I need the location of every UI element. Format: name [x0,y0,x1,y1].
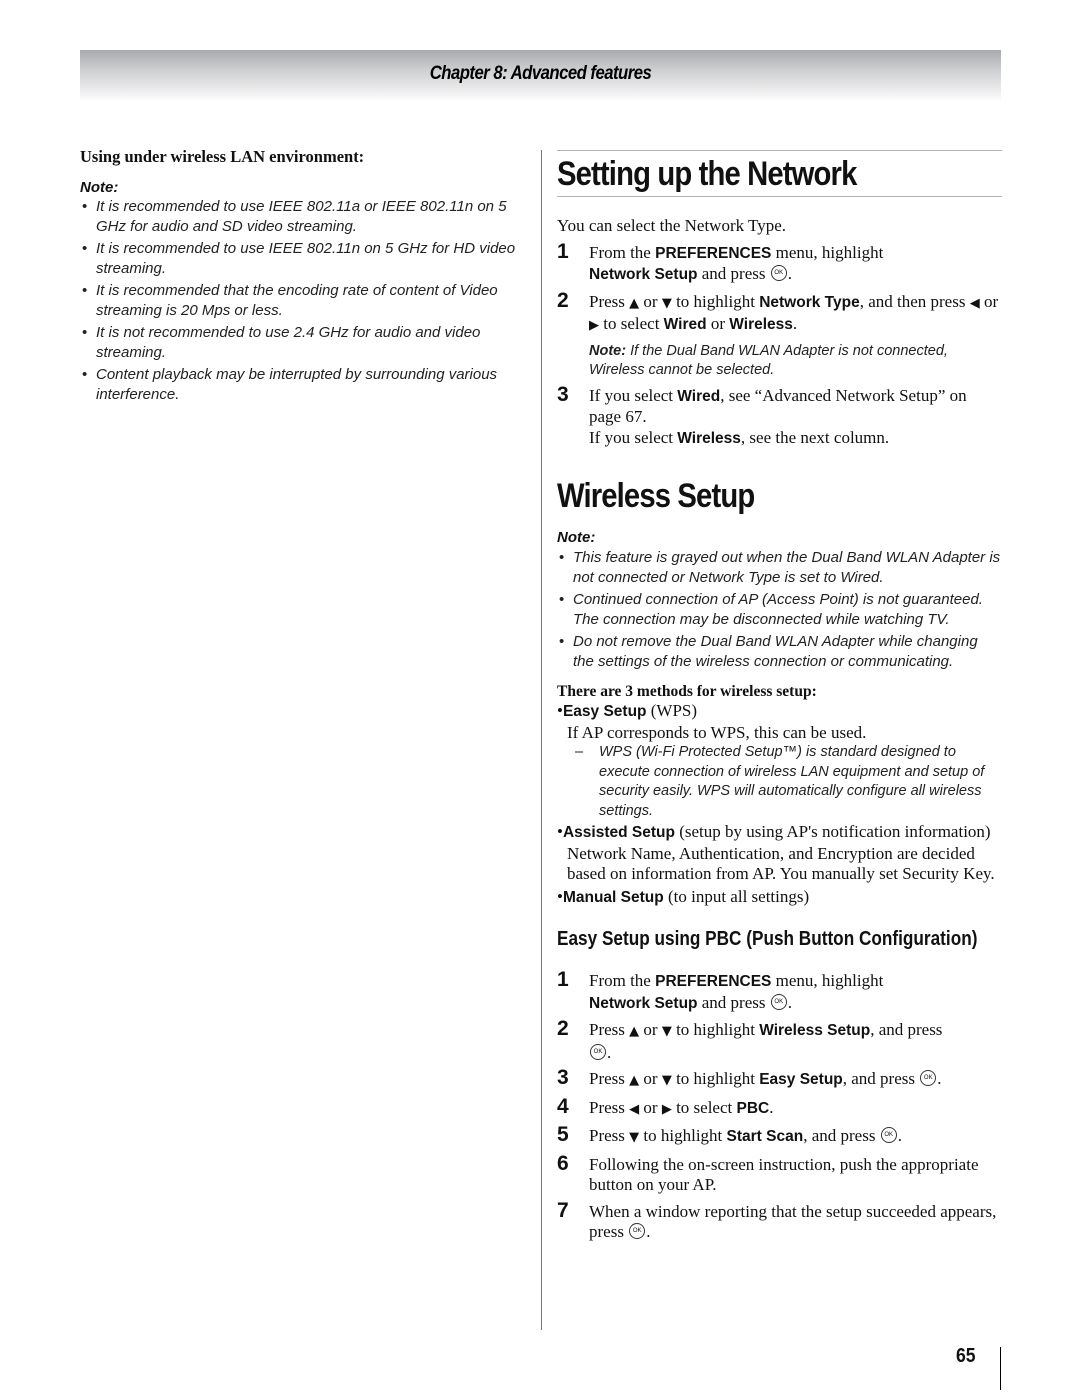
page-number: 65 [956,1345,976,1367]
step-number: 5 [557,1123,569,1146]
method-item: •Easy Setup (WPS) If AP corresponds to W… [557,701,1002,821]
step-item: 1 From the PREFERENCES menu, highlight N… [557,239,884,283]
bullet-icon: • [82,240,88,257]
pbc-section-title: Easy Setup using PBC (Push Button Config… [557,928,978,950]
step-item: 4 Press ◀ or ▶ to select PBC. [557,1094,774,1118]
list-item: • It is recommended that the encoding rat… [82,282,498,319]
down-arrow-icon: ▼ [661,1073,672,1088]
step-item: 2 Press ▲ or ▼ to highlight Wireless Set… [557,1017,943,1062]
list-item: • Content playback may be interrupted by … [82,366,498,403]
network-intro: You can select the Network Type. [557,216,787,235]
inline-note-label: Note: [589,342,627,359]
method-name: Manual Setup [562,888,664,906]
ok-button-icon: OK [770,265,787,282]
dash-icon: – [575,744,584,760]
method-name: Assisted Setup [562,824,675,841]
left-column: Using under wireless LAN environment: No… [80,145,525,407]
note-label: Note: [557,529,596,546]
list-item: • Do not remove the Dual Band WLAN Adapte… [559,633,978,670]
methods-list: •Easy Setup (WPS) If AP corresponds to W… [557,701,1002,908]
step-item: 7 When a window reporting that the setup… [557,1198,997,1241]
methods-heading: There are 3 methods for wireless setup: [557,683,817,700]
step-number: 6 [557,1151,569,1175]
method-item: •Manual Setup (to input all settings) [557,886,810,906]
menu-name: PREFERENCES [655,244,772,262]
bullet-icon: • [82,198,88,215]
ok-button-icon: OK [880,1127,897,1144]
step-number: 4 [557,1094,569,1118]
right-arrow-icon: ▶ [589,318,599,333]
network-steps: 1 From the PREFERENCES menu, highlight N… [557,239,1002,450]
up-arrow-icon: ▲ [629,1073,640,1088]
method-description: If AP corresponds to WPS, this can be us… [567,722,867,742]
up-arrow-icon: ▲ [629,1024,640,1039]
down-arrow-icon: ▼ [661,1024,672,1039]
list-item: • Continued connection of AP (Access Poin… [559,591,983,628]
right-column: Setting up the Network You can select th… [557,150,1002,1243]
ok-button-icon: OK [590,1043,606,1060]
up-arrow-icon: ▲ [629,295,640,311]
right-arrow-icon: ▶ [661,1101,672,1117]
list-item: • It is recommended to use IEEE 802.11a o… [82,198,507,235]
step-number: 1 [557,239,569,263]
step-item: 1 From the PREFERENCES menu, highlight N… [557,968,884,1012]
step-number: 2 [557,1017,569,1040]
chapter-header-bar: Chapter 8: Advanced features [80,50,1001,102]
inline-note: Note: If the Dual Band WLAN Adapter is n… [589,342,948,379]
page-title: Setting up the Network [557,155,857,193]
menu-item-name: Network Setup [589,266,698,283]
note-label: Note: [80,179,119,196]
bullet-icon: • [82,324,88,341]
step-item: 5 Press ▼ to highlight Start Scan, and p… [557,1123,902,1146]
step-item: 3 Press ▲ or ▼ to highlight Easy Setup, … [557,1066,942,1089]
down-arrow-icon: ▼ [661,295,672,311]
list-item: • This feature is grayed out when the Dua… [559,549,1001,586]
left-arrow-icon: ◀ [629,1101,640,1117]
list-item: • It is recommended to use IEEE 802.11n o… [82,240,516,277]
ok-button-icon: OK [920,1070,937,1087]
bullet-icon: • [82,282,88,299]
method-description: Network Name, Authentication, and Encryp… [567,843,995,884]
network-title-block: Setting up the Network [557,150,1002,197]
step-number: 7 [557,1198,569,1222]
wps-subnote: – WPS (Wi-Fi Protected Setup™) is standa… [575,744,985,819]
left-arrow-icon: ◀ [969,295,980,311]
step-number: 3 [557,1066,569,1089]
pbc-steps: 1 From the PREFERENCES menu, highlight N… [557,968,1002,1243]
step-item: 3 If you select Wired, see “Advanced Net… [557,382,967,447]
ok-button-icon: OK [770,993,787,1010]
step-item: 6 Following the on-screen instruction, p… [557,1151,979,1194]
page-number-rule [1000,1347,1001,1390]
wireless-notes-list: • This feature is grayed out when the Dua… [557,548,1002,671]
lan-notes-list: • It is recommended to use IEEE 802.11a o… [80,197,525,404]
bullet-icon: • [559,549,565,566]
wireless-setup-title: Wireless Setup [557,477,755,515]
method-name: Easy Setup [562,703,647,720]
step-item: 2 Press ▲ or ▼ to highlight Network Type… [557,288,1002,381]
list-item: • It is not recommended to use 2.4 GHz fo… [82,324,481,361]
bullet-icon: • [559,591,565,608]
bullet-icon: • [559,633,565,650]
step-number: 3 [557,382,569,406]
chapter-title: Chapter 8: Advanced features [429,63,652,84]
bullet-icon: • [82,366,88,383]
method-item: •Assisted Setup (setup by using AP's not… [557,822,1002,885]
column-divider [541,150,542,1330]
ok-button-icon: OK [629,1223,646,1240]
step-number: 2 [557,288,569,312]
step-number: 1 [557,968,569,991]
down-arrow-icon: ▼ [629,1130,640,1145]
wireless-lan-subheading: Using under wireless LAN environment: [80,147,365,166]
